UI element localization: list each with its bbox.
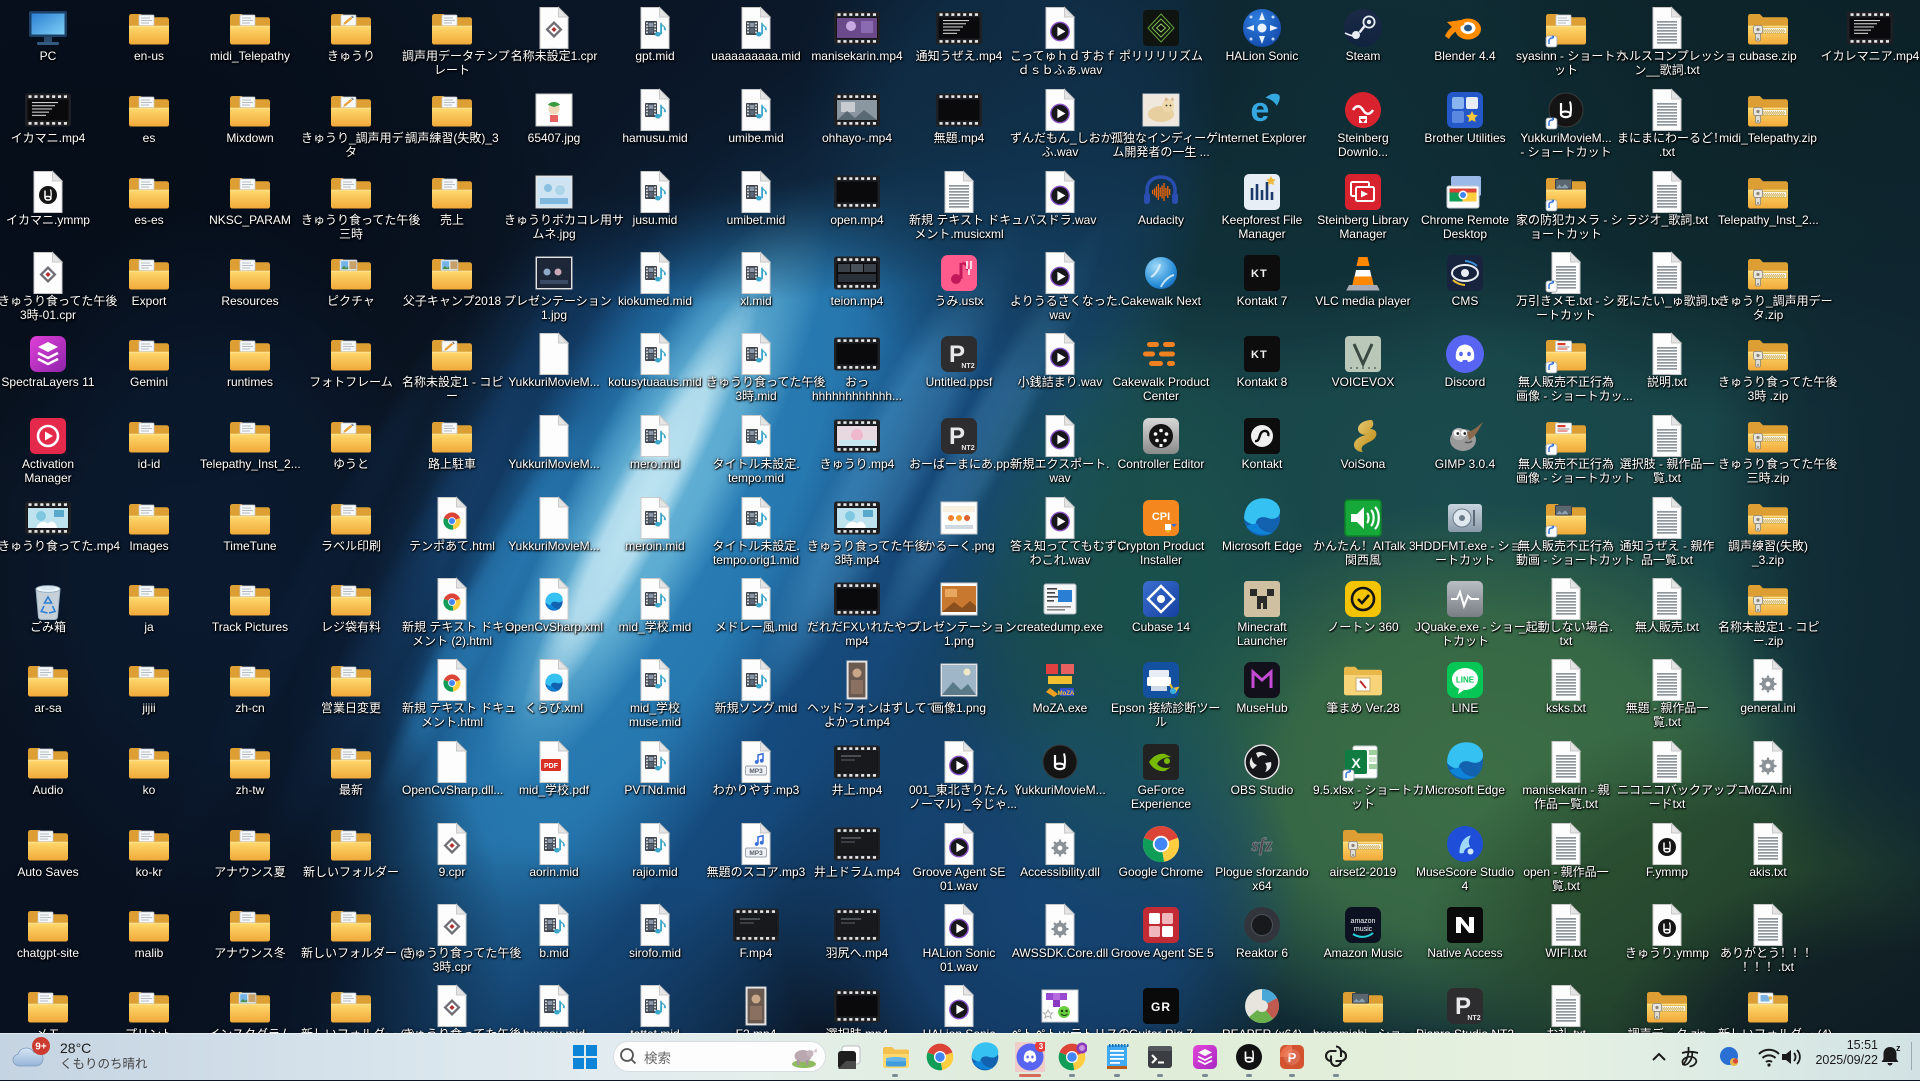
svg-text:KT: KT — [1251, 268, 1268, 280]
svg-text:3: 3 — [1039, 1042, 1044, 1051]
svg-text:X: X — [1351, 755, 1361, 771]
svg-text:MoZA: MoZA — [1058, 691, 1075, 697]
svg-text:PDF: PDF — [544, 763, 559, 770]
svg-text:KT: KT — [1251, 349, 1268, 361]
svg-text:sfz: sfz — [1250, 835, 1273, 856]
svg-text:amazon: amazon — [1351, 918, 1376, 925]
svg-text:CPI: CPI — [1152, 511, 1170, 523]
svg-text:MP3: MP3 — [749, 850, 763, 857]
svg-text:LINE: LINE — [1456, 676, 1475, 685]
svg-text:NT2: NT2 — [961, 363, 974, 370]
svg-text:GR: GR — [1151, 1000, 1171, 1014]
svg-text:music: music — [1354, 926, 1373, 933]
svg-text:NT2: NT2 — [961, 445, 974, 452]
svg-text:z: z — [1896, 1043, 1901, 1053]
svg-text:MP3: MP3 — [749, 768, 763, 775]
svg-text:9+: 9+ — [35, 1042, 47, 1053]
svg-text:NT2: NT2 — [1467, 1015, 1480, 1022]
